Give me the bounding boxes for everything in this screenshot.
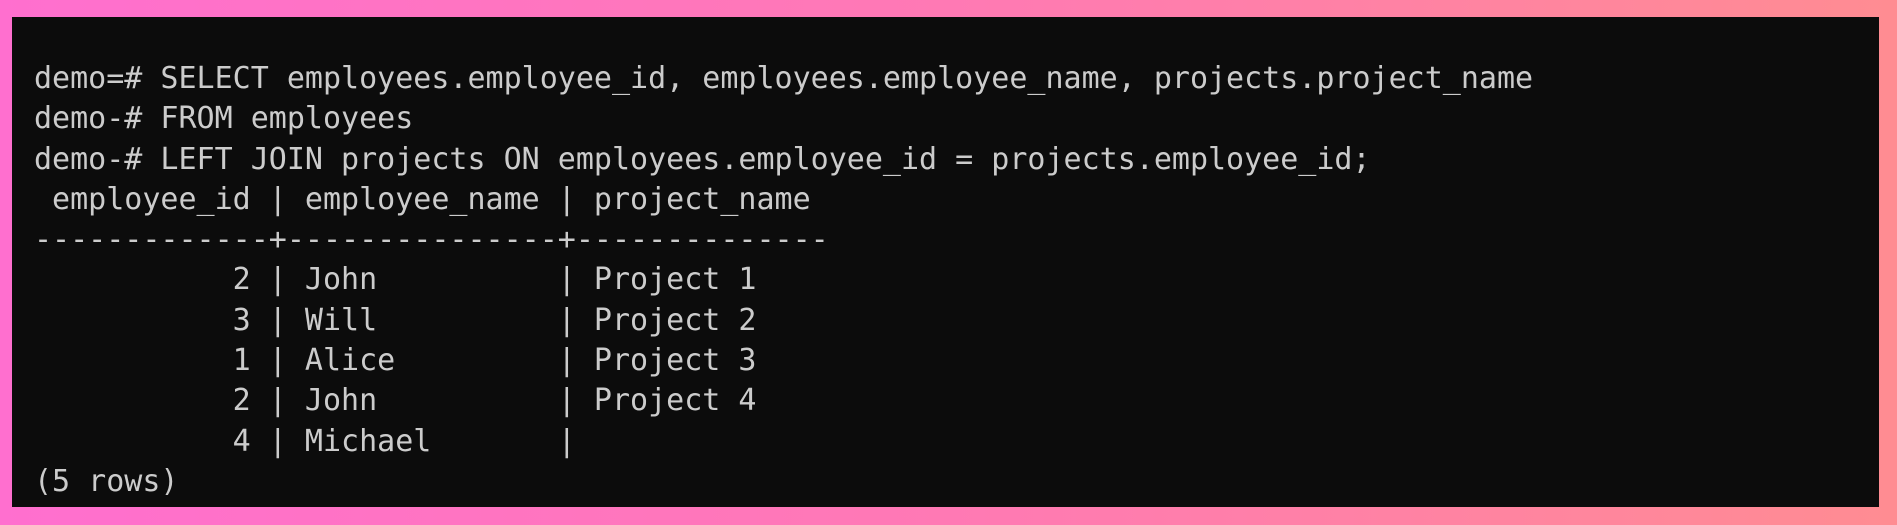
prompt-line-join: demo-# LEFT JOIN projects ON employees.e… bbox=[34, 141, 1371, 177]
result-row: 3 | Will | Project 2 bbox=[34, 302, 757, 338]
terminal-window[interactable]: demo=# SELECT employees.employee_id, emp… bbox=[12, 17, 1879, 507]
prompt-line-select: demo=# SELECT employees.employee_id, emp… bbox=[34, 61, 1534, 96]
result-row: 2 | John | Project 1 bbox=[34, 262, 757, 298]
prompt-line-from: demo-# FROM employees bbox=[34, 101, 414, 137]
result-row: 4 | Michael | bbox=[34, 423, 576, 459]
result-row: 2 | John | Project 4 bbox=[34, 383, 757, 419]
row-count: (5 rows) bbox=[34, 463, 179, 499]
result-separator: -------------+---------------+----------… bbox=[34, 222, 829, 258]
result-header: employee_id | employee_name | project_na… bbox=[34, 181, 811, 217]
result-row: 1 | Alice | Project 3 bbox=[34, 343, 757, 379]
